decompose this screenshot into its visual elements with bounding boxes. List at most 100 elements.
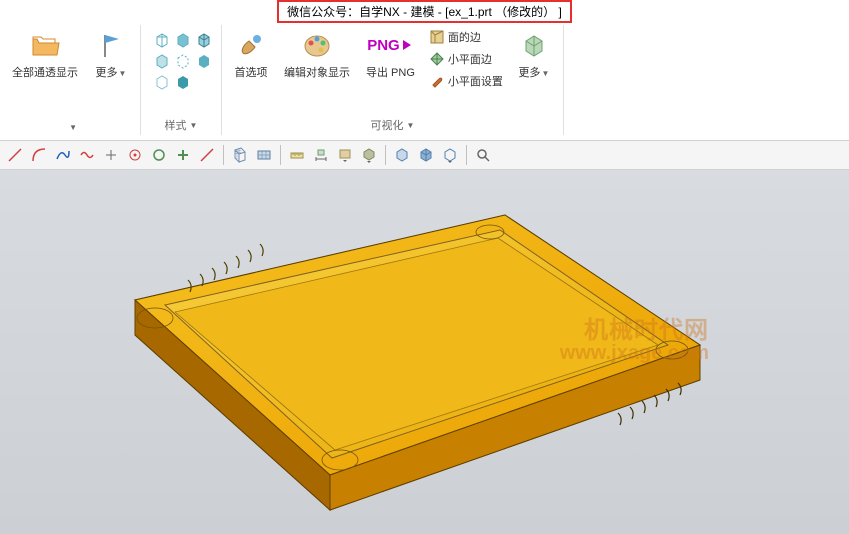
line-icon <box>7 147 23 163</box>
title-bar: 微信公众号：自学NX - 建模 - [ex_1.prt （修改的） ] <box>0 0 849 22</box>
style-cube-2[interactable] <box>172 29 194 51</box>
png-text-icon: PNG <box>367 37 400 54</box>
face-edge-label: 面的边 <box>448 29 481 45</box>
tb-surface[interactable] <box>253 144 275 166</box>
tb-spline[interactable] <box>52 144 74 166</box>
separator-2 <box>280 145 281 165</box>
surface-grid-icon <box>256 147 272 163</box>
ribbon-group-display: 全部通透显示 更多▼ ▼ <box>0 25 141 135</box>
export-png-button[interactable]: PNG 导出 PNG <box>360 25 421 84</box>
style-cube-1[interactable] <box>151 29 173 51</box>
wire-cube-icon <box>442 147 458 163</box>
tb-view2[interactable] <box>415 144 437 166</box>
shaded-cube-icon <box>418 147 434 163</box>
export-png-label: 导出 PNG <box>366 64 415 80</box>
tangent-line-icon <box>199 147 215 163</box>
facet-settings-label: 小平面设置 <box>448 73 503 89</box>
quick-toolbar <box>0 140 849 170</box>
model-tray-svg <box>0 170 849 534</box>
tb-view1[interactable] <box>391 144 413 166</box>
arc-icon <box>31 147 47 163</box>
cube-hidden-icon <box>175 53 191 69</box>
style-cube-3[interactable] <box>193 29 215 51</box>
preferences-button[interactable]: 首选项 <box>228 25 274 84</box>
more-label-2: 更多▼ <box>518 64 549 80</box>
circle-icon <box>151 147 167 163</box>
group-label-style: 样式▼ <box>165 115 198 135</box>
style-icon-grid <box>147 25 215 93</box>
facet-edge-icon <box>429 51 445 67</box>
viewport-3d[interactable]: 机械时代网 www.jxage.com <box>0 170 849 534</box>
tb-circle-center[interactable] <box>124 144 146 166</box>
cube-trans-icon <box>154 53 170 69</box>
tb-arc[interactable] <box>28 144 50 166</box>
ribbon-group-visual: 首选项 编辑对象显示 PNG 导出 PNG 面的边 <box>222 25 564 135</box>
cube-light-icon <box>154 74 170 90</box>
circle-center-icon <box>127 147 143 163</box>
grid-icon <box>232 147 248 163</box>
group-spacer-1: ▼ <box>63 119 77 135</box>
more-button-2[interactable]: 更多▼ <box>511 25 557 84</box>
tb-drop2[interactable] <box>358 144 380 166</box>
style-cube-4[interactable] <box>151 50 173 72</box>
display-all-label: 全部通透显示 <box>12 64 78 80</box>
magnify-icon <box>475 147 491 163</box>
style-cube-7[interactable] <box>151 71 173 93</box>
edit-display-label: 编辑对象显示 <box>284 64 350 80</box>
separator-4 <box>466 145 467 165</box>
wave-icon <box>79 147 95 163</box>
pref-label: 首选项 <box>235 64 268 80</box>
flag-icon <box>95 29 127 61</box>
tb-grid[interactable] <box>229 144 251 166</box>
tb-wave[interactable] <box>76 144 98 166</box>
iso-cube-icon <box>394 147 410 163</box>
facet-edge-label: 小平面边 <box>448 51 492 67</box>
group-label-visual: 可视化▼ <box>370 115 414 135</box>
tb-dimension[interactable] <box>310 144 332 166</box>
facet-edge-button[interactable]: 小平面边 <box>425 49 507 69</box>
cube-edge-icon <box>196 32 212 48</box>
tb-drop1[interactable] <box>334 144 356 166</box>
ruler-icon <box>289 147 305 163</box>
tb-magnify[interactable] <box>472 144 494 166</box>
cube-render-icon <box>518 29 550 61</box>
face-options-column: 面的边 小平面边 小平面设置 <box>425 25 507 91</box>
wrench-icon <box>429 73 445 89</box>
style-cube-6[interactable] <box>193 50 215 72</box>
palette-icon <box>301 29 333 61</box>
cube-dark-icon <box>175 74 191 90</box>
tb-line[interactable] <box>4 144 26 166</box>
cube-wire-icon <box>154 32 170 48</box>
point-cross-icon <box>103 147 119 163</box>
box-arrow-icon <box>337 147 353 163</box>
tb-plus[interactable] <box>172 144 194 166</box>
display-all-button[interactable]: 全部通透显示 <box>6 25 84 84</box>
more-button-1[interactable]: 更多▼ <box>88 25 134 84</box>
tb-point[interactable] <box>100 144 122 166</box>
style-cube-5[interactable] <box>172 50 194 72</box>
window-title: 微信公众号：自学NX - 建模 - [ex_1.prt （修改的） ] <box>277 0 572 23</box>
ribbon: 全部通透显示 更多▼ ▼ 样式▼ <box>0 22 849 140</box>
facet-settings-button[interactable]: 小平面设置 <box>425 71 507 91</box>
face-edge-button[interactable]: 面的边 <box>425 27 507 47</box>
style-cube-8[interactable] <box>172 71 194 93</box>
folder-open-icon <box>29 29 61 61</box>
tb-circle[interactable] <box>148 144 170 166</box>
separator-3 <box>385 145 386 165</box>
edit-display-button[interactable]: 编辑对象显示 <box>278 25 356 84</box>
more-label-1: 更多▼ <box>96 64 127 80</box>
play-arrow-icon <box>400 38 414 52</box>
spline-icon <box>55 147 71 163</box>
face-edge-icon <box>429 29 445 45</box>
dimension-icon <box>313 147 329 163</box>
plus-icon <box>175 147 191 163</box>
tb-view3[interactable] <box>439 144 461 166</box>
separator-1 <box>223 145 224 165</box>
ribbon-group-style: 样式▼ <box>141 25 222 135</box>
brush-pref-icon <box>235 29 267 61</box>
cube-arrow-icon <box>361 147 377 163</box>
tb-tangent[interactable] <box>196 144 218 166</box>
tb-measure[interactable] <box>286 144 308 166</box>
cube-shaded-icon <box>175 32 191 48</box>
cube-solid-icon <box>196 53 212 69</box>
